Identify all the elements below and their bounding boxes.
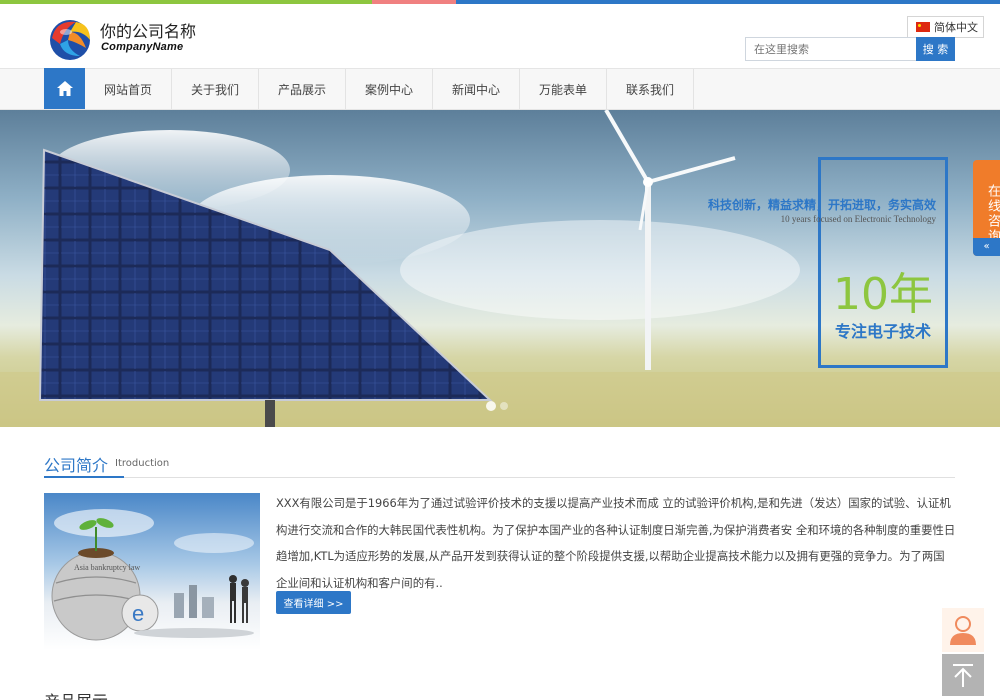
banner-years: 10年 [833, 269, 933, 320]
company-name-en: CompanyName [101, 41, 184, 53]
language-switcher[interactable]: 简体中文 [907, 16, 984, 38]
back-to-top-button[interactable] [942, 654, 984, 696]
banner-tagline: 科技创新，精益求精，开拓进取，务实高效 [707, 198, 936, 212]
china-flag-icon [916, 22, 930, 32]
banner-subtitle: 10 years focused on Electronic Technolog… [780, 214, 936, 224]
globe-plant-illustration: Asia bankruptcy law e [51, 509, 254, 641]
nav-item-contact[interactable]: 联系我们 [607, 69, 694, 109]
nav-item-forms[interactable]: 万能表单 [520, 69, 607, 109]
section-divider [44, 477, 955, 478]
header: 你的公司名称 CompanyName 简体中文 搜 索 [0, 4, 1000, 68]
nav-home-button[interactable] [44, 68, 85, 109]
intro-subtitle: Itroduction [115, 458, 170, 469]
nav-item-cases[interactable]: 案例中心 [346, 69, 433, 109]
intro-title: 公司简介 [44, 456, 109, 475]
main-nav: 网站首页 关于我们 产品展示 案例中心 新闻中心 万能表单 联系我们 [0, 68, 1000, 110]
arrow-up-icon [953, 664, 973, 687]
section-divider-accent [44, 476, 124, 478]
home-icon [56, 81, 73, 96]
consult-collapse-icon[interactable]: « [973, 238, 1000, 256]
intro-body-text: XXX有限公司是于1966年为了通过试验评价技术的支援以提高产业技术而成 立的试… [276, 496, 956, 590]
nav-item-news[interactable]: 新闻中心 [433, 69, 520, 109]
image-caption: Asia bankruptcy law [74, 563, 140, 572]
carousel-dot-active[interactable] [486, 401, 496, 411]
svg-text:e: e [132, 601, 144, 626]
company-name-cn: 你的公司名称 [100, 22, 197, 41]
nav-item-home[interactable]: 网站首页 [85, 69, 172, 109]
hero-banner[interactable]: 科技创新，精益求精，开拓进取，务实高效 10 years focused on … [0, 110, 1000, 427]
view-details-button[interactable]: 查看详细 >> [276, 591, 351, 614]
search-input[interactable] [745, 37, 916, 61]
company-logo-icon[interactable] [46, 14, 94, 62]
search-bar: 搜 索 [745, 37, 955, 61]
banner-focus: 专注电子技术 [834, 322, 931, 341]
nav-item-about[interactable]: 关于我们 [172, 69, 259, 109]
products-section-title: 产品展示 [44, 688, 108, 700]
intro-image[interactable]: Asia bankruptcy law e [44, 493, 260, 650]
carousel-dot[interactable] [500, 402, 508, 410]
language-label: 简体中文 [934, 21, 978, 34]
customer-service-button[interactable] [942, 608, 984, 652]
nav-item-products[interactable]: 产品展示 [259, 69, 346, 109]
search-button[interactable]: 搜 索 [916, 37, 955, 61]
user-avatar-icon [950, 616, 976, 645]
